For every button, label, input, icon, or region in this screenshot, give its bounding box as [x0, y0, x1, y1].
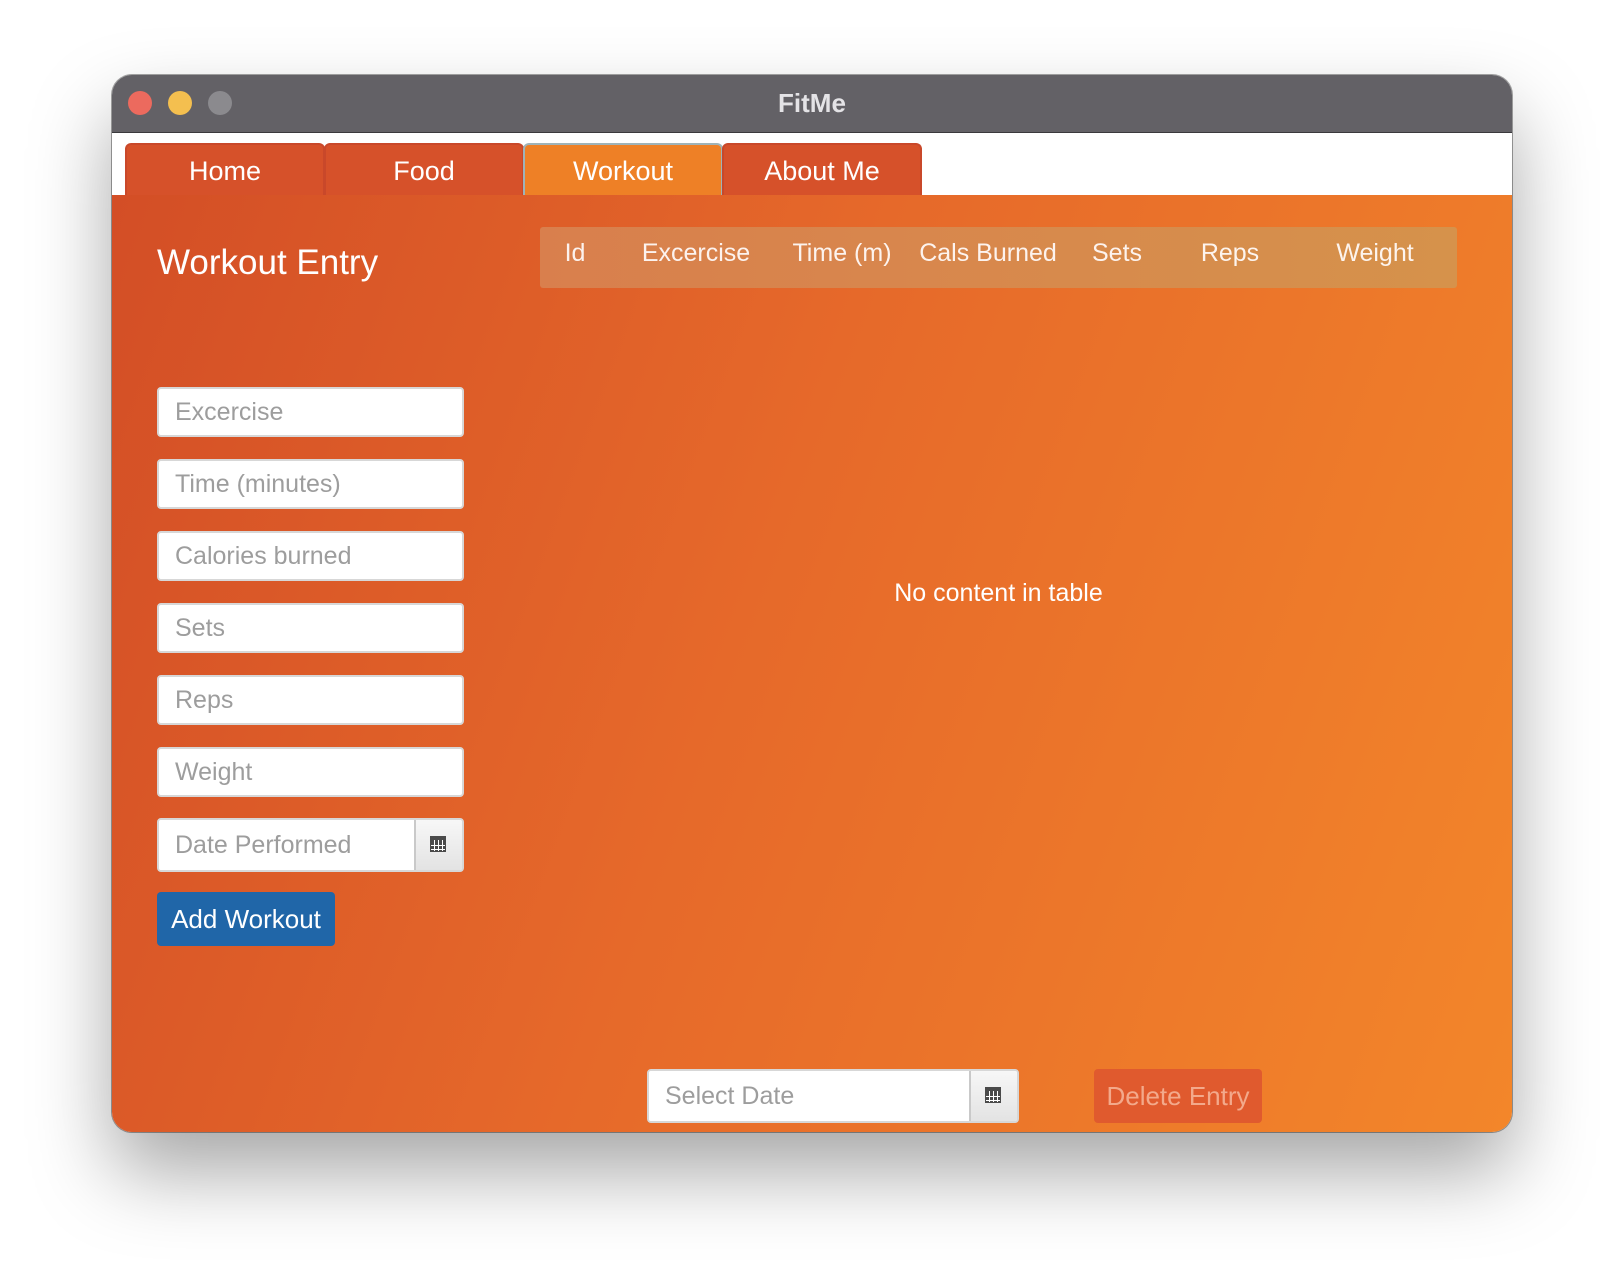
calories-burned-input[interactable]	[157, 531, 464, 581]
column-header-weight[interactable]: Weight	[1300, 227, 1450, 279]
tab-workout[interactable]: Workout	[523, 143, 723, 195]
add-workout-button[interactable]: Add Workout	[157, 892, 335, 946]
column-header-reps[interactable]: Reps	[1180, 227, 1280, 279]
sets-input[interactable]	[157, 603, 464, 653]
workout-entry-title: Workout Entry	[157, 243, 379, 282]
tab-bar: Home Food Workout About Me	[112, 133, 1512, 195]
column-header-id[interactable]: Id	[540, 227, 610, 279]
column-header-exercise[interactable]: Excercise	[626, 227, 766, 279]
workout-panel: Workout Entry Add Workout Id Excercise T…	[112, 195, 1512, 1132]
calendar-icon	[985, 1087, 1001, 1104]
workout-table: Id Excercise Time (m) Cals Burned Sets R…	[540, 227, 1457, 907]
select-date-picker	[647, 1069, 1019, 1123]
select-date-input[interactable]	[649, 1071, 969, 1121]
weight-input[interactable]	[157, 747, 464, 797]
tab-about-me[interactable]: About Me	[722, 143, 922, 195]
delete-entry-button[interactable]: Delete Entry	[1094, 1069, 1262, 1123]
time-minutes-input[interactable]	[157, 459, 464, 509]
calendar-icon	[430, 836, 446, 853]
app-window: FitMe Home Food Workout About Me Workout…	[112, 75, 1512, 1132]
select-date-calendar-button[interactable]	[969, 1071, 1017, 1121]
date-performed-calendar-button[interactable]	[414, 820, 462, 870]
date-performed-picker	[157, 818, 464, 872]
column-header-sets[interactable]: Sets	[1072, 227, 1162, 279]
tab-food[interactable]: Food	[324, 143, 524, 195]
column-header-time[interactable]: Time (m)	[777, 227, 907, 279]
close-window-button[interactable]	[128, 91, 152, 115]
table-header: Id Excercise Time (m) Cals Burned Sets R…	[540, 227, 1457, 288]
date-performed-input[interactable]	[159, 820, 414, 870]
tab-home[interactable]: Home	[125, 143, 325, 195]
table-empty-message: No content in table	[894, 579, 1103, 607]
minimize-window-button[interactable]	[168, 91, 192, 115]
window-title: FitMe	[778, 88, 846, 118]
reps-input[interactable]	[157, 675, 464, 725]
zoom-window-button[interactable]	[208, 91, 232, 115]
exercise-input[interactable]	[157, 387, 464, 437]
column-header-cals-burned[interactable]: Cals Burned	[908, 227, 1068, 279]
title-bar: FitMe	[112, 75, 1512, 133]
